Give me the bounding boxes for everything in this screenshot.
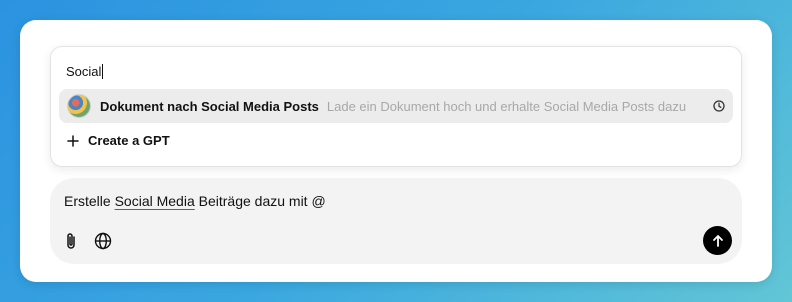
mention-dropdown: Social Dokument nach Social Media Posts … [50,46,742,167]
paperclip-icon [67,233,75,249]
message-text-underlined: Social Media [114,193,195,209]
plus-icon [67,134,79,147]
web-search-button[interactable] [93,231,113,251]
main-card: Social Dokument nach Social Media Posts … [20,20,772,282]
message-text-before: Erstelle [64,193,115,209]
suggestion-description: Lade ein Dokument hoch und erhalte Socia… [326,98,687,114]
send-button[interactable] [703,226,732,255]
attach-button[interactable] [61,231,81,251]
mention-query[interactable]: Social [66,64,104,79]
message-text-after: Beiträge dazu mit @ [194,193,326,209]
create-gpt-button[interactable]: Create a GPT [67,133,170,148]
text-caret [102,64,104,79]
suggestion-title: Dokument nach Social Media Posts [100,98,319,114]
clock-icon [713,100,725,112]
gpt-avatar-thumbnail [67,94,91,118]
suggestion-item[interactable]: Dokument nach Social Media Posts Lade ei… [59,89,733,123]
create-gpt-label: Create a GPT [88,133,170,148]
globe-icon [94,232,112,250]
arrow-up-icon [712,234,723,247]
mention-query-text: Social [66,64,102,79]
message-composer: Erstelle Social Media Beiträge dazu mit … [50,178,742,264]
message-input[interactable]: Erstelle Social Media Beiträge dazu mit … [64,193,326,209]
